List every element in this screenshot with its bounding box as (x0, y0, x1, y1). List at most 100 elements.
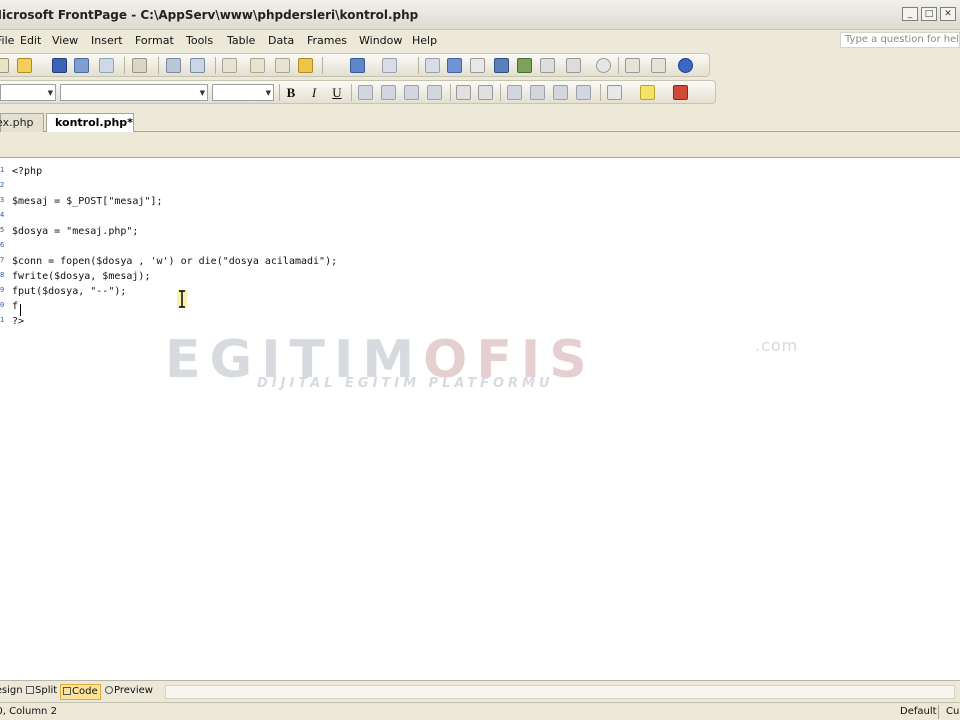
align-right-icon[interactable] (404, 85, 419, 100)
line-number: 8 (0, 271, 5, 279)
copy-icon[interactable] (250, 58, 265, 73)
preview-icon (105, 686, 113, 694)
line-number: 1 (0, 316, 5, 324)
menu-data[interactable]: Data (268, 34, 294, 47)
formatting-toolbar: ▼ ▼ ▼ B I U (0, 80, 716, 104)
cursor-position: Line 10, Column 2 (0, 706, 57, 717)
minimize-button[interactable]: _ (902, 7, 918, 21)
layer-icon[interactable] (470, 58, 485, 73)
italic-button[interactable]: I (305, 84, 323, 102)
publish-icon[interactable] (99, 58, 114, 73)
justify-icon[interactable] (427, 85, 442, 100)
font-color-icon[interactable] (673, 85, 688, 100)
line-number: 9 (0, 286, 5, 294)
underline-button[interactable]: U (328, 84, 346, 102)
align-center-icon[interactable] (381, 85, 396, 100)
table-icon[interactable] (447, 58, 462, 73)
menu-insert[interactable]: Insert (91, 34, 123, 47)
help-icon[interactable] (678, 58, 693, 73)
decrease-font-icon[interactable] (478, 85, 493, 100)
bullets-icon[interactable] (530, 85, 545, 100)
folder-list-icon[interactable] (651, 58, 666, 73)
border-icon[interactable] (607, 85, 622, 100)
font-size-dropdown[interactable]: ▼ (212, 84, 274, 101)
hyperlink-icon[interactable] (425, 58, 440, 73)
increase-font-icon[interactable] (456, 85, 471, 100)
menu-view[interactable]: View (52, 34, 78, 47)
drawing-icon[interactable] (517, 58, 532, 73)
preview-view-button[interactable]: Preview (103, 684, 155, 700)
tab-index[interactable]: index.php (0, 113, 44, 132)
ibeam-cursor-icon (177, 290, 187, 308)
menu-format[interactable]: Format (135, 34, 174, 47)
close-button[interactable]: ✕ (940, 7, 956, 21)
line-number: 1 (0, 166, 5, 174)
cut-icon[interactable] (222, 58, 237, 73)
watermark-domain: .com (755, 336, 799, 355)
help-search-input[interactable]: Type a question for help (840, 32, 960, 48)
bold-button[interactable]: B (282, 84, 300, 102)
code-line: $conn = fopen($dosya , 'w') or die("dosy… (12, 256, 338, 267)
new-icon[interactable] (0, 58, 9, 73)
print-icon[interactable] (132, 58, 147, 73)
align-left-icon[interactable] (358, 85, 373, 100)
watermark-tagline: DIJITAL EGITIM PLATFORMU (257, 376, 554, 391)
save-icon[interactable] (52, 58, 67, 73)
line-number: 4 (0, 211, 5, 219)
layers-icon[interactable] (540, 58, 555, 73)
picture-icon[interactable] (494, 58, 509, 73)
line-number: 2 (0, 181, 5, 189)
menu-bar: File Edit View Insert Format Tools Table… (0, 30, 960, 52)
maximize-button[interactable]: □ (921, 7, 937, 21)
line-number: 3 (0, 196, 5, 204)
style-dropdown[interactable]: ▼ (0, 84, 56, 101)
font-dropdown[interactable]: ▼ (60, 84, 208, 101)
paste-icon[interactable] (275, 58, 290, 73)
format-painter-icon[interactable] (298, 58, 313, 73)
line-gutter: 1 2 3 4 5 6 7 8 9 0 1 (0, 158, 8, 680)
view-switcher: Design Split Code Preview (0, 680, 960, 702)
menu-frames[interactable]: Frames (307, 34, 347, 47)
code-icon (63, 687, 71, 695)
tab-kontrol[interactable]: kontrol.php* (46, 113, 134, 132)
spelling-icon[interactable] (190, 58, 205, 73)
design-view-button[interactable]: Design (0, 684, 25, 700)
code-line: fput($dosya, "--"); (12, 286, 127, 297)
menu-tools[interactable]: Tools (186, 34, 213, 47)
tag-strip (0, 132, 960, 158)
increase-indent-icon[interactable] (576, 85, 591, 100)
preview-icon[interactable] (166, 58, 181, 73)
web-component-icon[interactable] (596, 58, 611, 73)
status-mode: Default (900, 706, 937, 717)
menu-help[interactable]: Help (412, 34, 437, 47)
undo-icon[interactable] (350, 58, 365, 73)
code-line: $mesaj = $_POST["mesaj"]; (12, 196, 163, 207)
split-icon (26, 686, 34, 694)
line-number: 6 (0, 241, 5, 249)
find-icon[interactable] (74, 58, 89, 73)
numbering-icon[interactable] (507, 85, 522, 100)
horizontal-scrollbar[interactable] (165, 685, 955, 699)
code-line: $dosya = "mesaj.php"; (12, 226, 139, 237)
preview-view-label: Preview (114, 685, 153, 696)
menu-edit[interactable]: Edit (20, 34, 41, 47)
code-line: <?php (12, 166, 43, 177)
highlight-icon[interactable] (640, 85, 655, 100)
code-view-button[interactable]: Code (60, 684, 101, 700)
frames-icon[interactable] (566, 58, 581, 73)
open-icon[interactable] (17, 58, 32, 73)
design-view-label: Design (0, 685, 23, 696)
title-bar: Microsoft FrontPage - C:\AppServ\www\php… (0, 0, 960, 30)
code-editor[interactable]: 1 2 3 4 5 6 7 8 9 0 1 <?php $mesaj = $_P… (0, 158, 960, 680)
show-all-icon[interactable] (625, 58, 640, 73)
split-view-button[interactable]: Split (24, 684, 59, 700)
decrease-indent-icon[interactable] (553, 85, 568, 100)
window-title: Microsoft FrontPage - C:\AppServ\www\php… (0, 8, 419, 22)
document-tabs: index.php kontrol.php* (0, 108, 960, 132)
menu-file[interactable]: File (0, 34, 14, 47)
redo-icon[interactable] (382, 58, 397, 73)
menu-window[interactable]: Window (359, 34, 402, 47)
menu-table[interactable]: Table (227, 34, 255, 47)
line-number: 5 (0, 226, 5, 234)
status-bar: Line 10, Column 2 Default Cu (0, 702, 960, 720)
